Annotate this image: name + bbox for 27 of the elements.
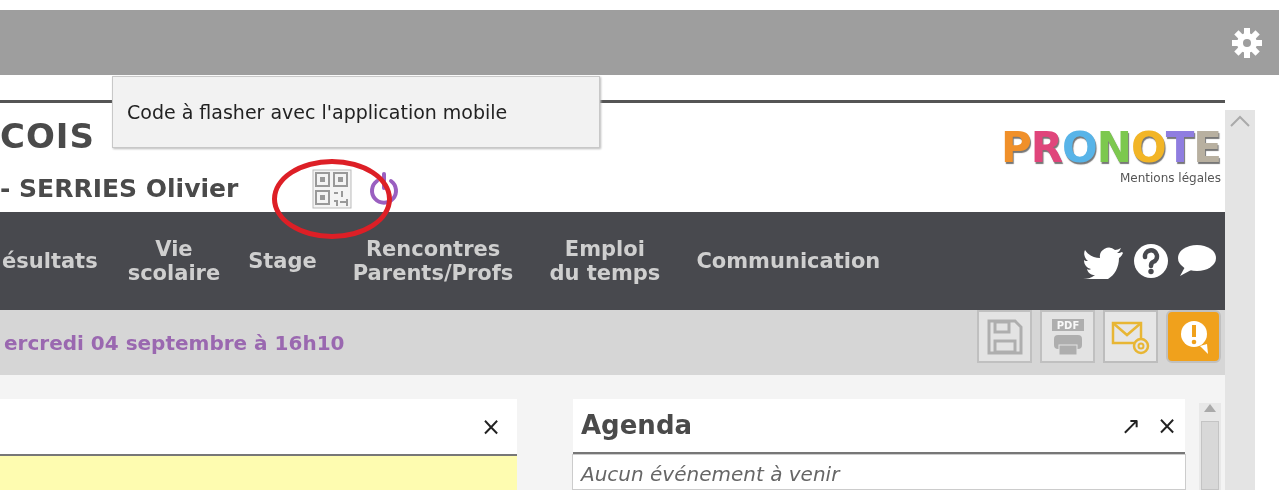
tooltip: Code à flasher avec l'application mobile [112, 76, 600, 148]
date-text: ercredi 04 septembre à 16h10 [4, 329, 345, 357]
settings-icon[interactable] [1231, 26, 1263, 59]
empty-message: Aucun événement à venir [581, 462, 840, 486]
power-icon[interactable] [368, 172, 401, 206]
qr-code-icon[interactable] [312, 169, 353, 209]
close-button[interactable]: × [480, 414, 501, 439]
user-name: - SERRIES Olivier [0, 173, 239, 206]
nav-tab[interactable]: Rencontres Parents/Profs [352, 236, 514, 286]
close-button[interactable]: × [1156, 413, 1177, 438]
help-icon[interactable] [1133, 243, 1169, 279]
nav-tab[interactable]: Vie scolaire [127, 236, 221, 286]
scrollbar-thumb[interactable] [1201, 421, 1219, 490]
nav-tab[interactable]: ésultats [2, 248, 98, 274]
chat-bubble-icon[interactable] [1177, 243, 1217, 279]
scroll-up-arrow-icon[interactable] [1203, 403, 1217, 413]
pronote-logo: PRONOTE [1000, 127, 1221, 169]
alert-button[interactable] [1166, 310, 1221, 363]
nav-tab[interactable]: Emploi du temps [549, 236, 661, 286]
school-name: COIS [0, 119, 96, 153]
panel-title: Agenda [581, 409, 693, 442]
legal-link[interactable]: Mentions légales [1119, 169, 1221, 187]
expand-button[interactable]: ↗ [1120, 413, 1141, 438]
scroll-up-chevron-icon[interactable] [1229, 114, 1251, 128]
nav-tab[interactable]: Communication [696, 248, 881, 274]
nav-tab[interactable]: Stage [248, 248, 317, 274]
email-button[interactable] [1103, 310, 1158, 363]
